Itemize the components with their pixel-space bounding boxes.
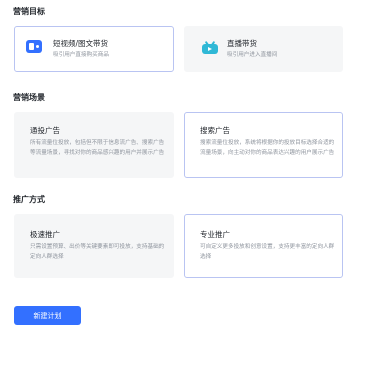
scene-option-general-ads-desc: 所有流量位投放，包括但不限于信息流广告、搜索广告等流量场景，寻找对你的商品感兴趣…	[30, 140, 165, 156]
method-option-fast-desc: 只需设置预算、出价等关键要素即可投放，支持基础的定向人群选择	[30, 244, 165, 260]
goal-option-short-video-desc: 吸引用户直接购买商品	[53, 52, 109, 58]
section-title-marketing-goal: 营销目标	[13, 7, 45, 16]
goal-option-live-desc: 吸引用户进入直播间	[227, 52, 278, 58]
scene-option-general-ads[interactable]: 通投广告 所有流量位投放，包括但不限于信息流广告、搜索广告等流量场景，寻找对你的…	[14, 112, 174, 178]
scene-option-general-ads-label: 通投广告	[30, 126, 60, 135]
method-option-fast[interactable]: 极速推广 只需设置预算、出价等关键要素即可投放，支持基础的定向人群选择	[14, 214, 174, 278]
section-title-promotion-method: 推广方式	[13, 195, 45, 204]
scene-option-search-ads-desc: 搜索流量位投放，系统将根据你的投放目标选择合适的流量场景，向主动对你的商品表达兴…	[200, 140, 335, 156]
method-option-professional[interactable]: 专业推广 可自定义更多投放和创意设置，支持更丰富的定向人群选择	[184, 214, 343, 278]
scene-option-search-ads-label: 搜索广告	[200, 126, 230, 135]
short-video-icon	[26, 40, 42, 53]
goal-option-short-video[interactable]: 短视频/图文带货 吸引用户直接购买商品	[14, 26, 174, 72]
new-plan-button[interactable]: 新建计划	[14, 306, 81, 325]
campaign-setup-page: 营销目标 短视频/图文带货 吸引用户直接购买商品 直播带货 吸引用户进入直播间 …	[0, 0, 372, 367]
method-option-professional-desc: 可自定义更多投放和创意设置，支持更丰富的定向人群选择	[200, 244, 335, 260]
goal-option-live-label: 直播带货	[227, 39, 257, 48]
live-tv-icon	[202, 40, 218, 54]
section-title-marketing-scene: 营销场景	[13, 93, 45, 102]
goal-option-short-video-label: 短视频/图文带货	[53, 39, 109, 48]
method-option-professional-label: 专业推广	[200, 230, 230, 239]
goal-option-live[interactable]: 直播带货 吸引用户进入直播间	[184, 26, 343, 72]
scene-option-search-ads[interactable]: 搜索广告 搜索流量位投放，系统将根据你的投放目标选择合适的流量场景，向主动对你的…	[184, 112, 343, 178]
method-option-fast-label: 极速推广	[30, 230, 60, 239]
